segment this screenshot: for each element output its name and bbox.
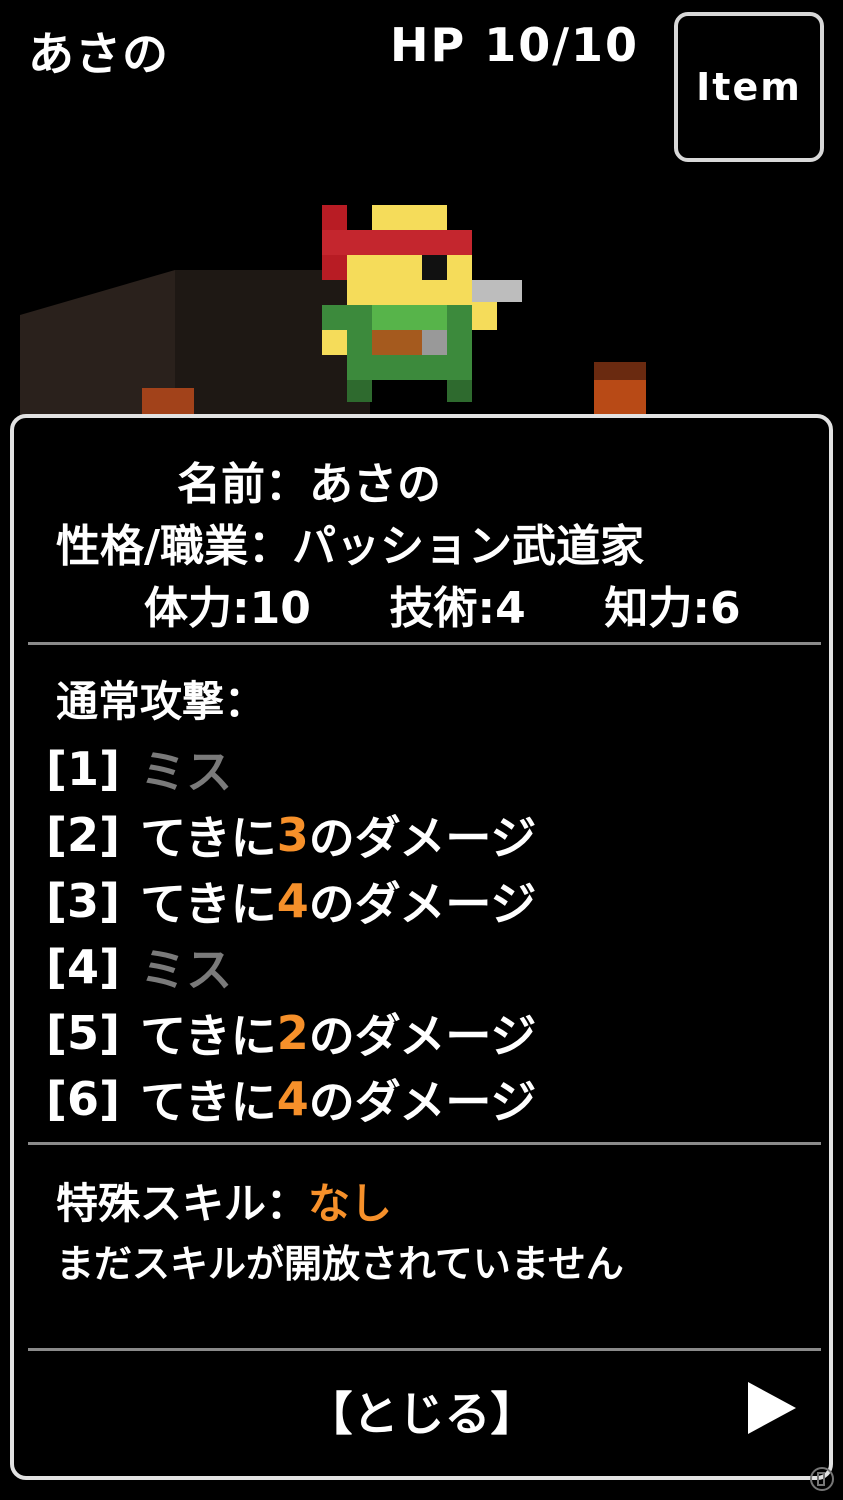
skill-value: なし: [308, 1179, 393, 1228]
attack-list: [1] ミス [2] てきに 3 のダメージ [3] てきに 4 のダメージ [4] ミ…: [46, 736, 536, 1132]
class-value: パッション武道家: [292, 521, 645, 572]
attack-index: [3]: [46, 874, 121, 928]
attack-suffix: のダメージ: [308, 877, 537, 931]
attack-suffix: のダメージ: [308, 811, 537, 865]
site-logo-icon: [809, 1466, 835, 1492]
attack-item: [5] てきに 2 のダメージ: [46, 1000, 536, 1066]
attack-prefix: てきに: [140, 811, 277, 865]
attack-item: [1] ミス: [46, 736, 536, 802]
attack-prefix: てきに: [140, 877, 277, 931]
divider: [28, 642, 821, 645]
divider: [28, 1142, 821, 1145]
attack-miss: ミス: [140, 943, 233, 997]
attack-index: [2]: [46, 808, 121, 862]
class-label: 性格/職業：: [56, 521, 293, 572]
item-button[interactable]: Item: [674, 12, 824, 162]
attack-suffix: のダメージ: [308, 1009, 537, 1063]
attack-damage: 4: [276, 874, 309, 928]
class-row: 性格/職業：パッション武道家: [56, 510, 644, 574]
stat-tech-label: 技術:: [389, 583, 496, 634]
player-character: [322, 205, 522, 402]
attack-index: [6]: [46, 1072, 121, 1126]
skill-description: まだスキルが開放されていません: [56, 1242, 624, 1286]
attack-item: [3] てきに 4 のダメージ: [46, 868, 536, 934]
dungeon-scene: [0, 170, 843, 420]
attack-item: [2] てきに 3 のダメージ: [46, 802, 536, 868]
attack-damage: 4: [276, 1072, 309, 1126]
name-value: あさの: [309, 459, 441, 510]
close-button[interactable]: 【とじる】: [14, 1378, 829, 1444]
play-triangle-icon[interactable]: [744, 1380, 800, 1436]
hp-label: HP: [390, 18, 467, 72]
stat-int-label: 知力:: [604, 583, 710, 634]
attack-prefix: てきに: [140, 1075, 277, 1129]
hud-hp: HP 10/10: [390, 18, 639, 72]
attack-suffix: のダメージ: [308, 1075, 537, 1129]
attack-damage: 2: [276, 1006, 309, 1060]
attack-miss: ミス: [140, 745, 233, 799]
skill-label: 特殊スキル：: [56, 1179, 309, 1228]
attack-index: [4]: [46, 940, 121, 994]
attack-prefix: てきに: [140, 1009, 277, 1063]
attack-title: 通常攻撃：: [56, 677, 267, 726]
stat-str-value: 10: [249, 583, 311, 634]
name-label: 名前：: [177, 459, 309, 510]
status-panel: 名前：あさの 性格/職業：パッション武道家 体力:10 技術:4 知力:6 通常…: [10, 414, 833, 1480]
hp-value: 10/10: [484, 18, 640, 72]
stat-int-value: 6: [710, 583, 741, 634]
attack-item: [6] てきに 4 のダメージ: [46, 1066, 536, 1132]
name-row: 名前：あさの: [177, 448, 441, 512]
attack-index: [1]: [46, 742, 121, 796]
stats-row: 体力:10 技術:4 知力:6: [144, 572, 741, 636]
divider: [28, 1348, 821, 1351]
attack-index: [5]: [46, 1006, 121, 1060]
attack-damage: 3: [276, 808, 309, 862]
stat-str-label: 体力:: [144, 583, 250, 634]
skill-row: 特殊スキル：なし: [56, 1170, 392, 1231]
hud-player-name: あさの: [28, 27, 169, 81]
stat-tech-value: 4: [495, 583, 526, 634]
attack-item: [4] ミス: [46, 934, 536, 1000]
